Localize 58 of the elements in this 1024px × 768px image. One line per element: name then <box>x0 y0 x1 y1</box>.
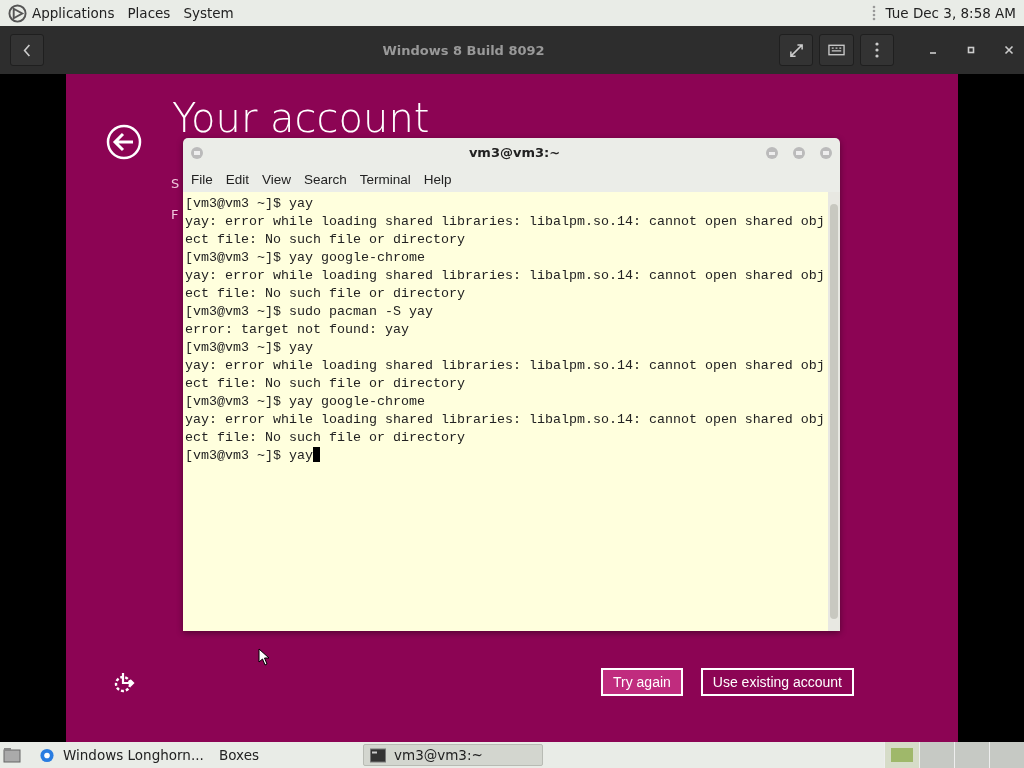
terminal-line: yay: error while loading shared libraries: libalpm.so.14: cannot open shared obj <box>185 214 825 229</box>
page-label: F <box>171 207 179 222</box>
menu-item[interactable]: View <box>262 172 292 187</box>
panel-menu[interactable]: System <box>183 5 234 21</box>
fullscreen-icon <box>788 42 804 58</box>
handle-icon <box>871 5 876 21</box>
workspace-switcher[interactable] <box>919 742 954 768</box>
terminal-line: yay: error while loading shared libraries: libalpm.so.14: cannot open shared obj <box>185 268 825 283</box>
fullscreen-button[interactable] <box>779 34 813 66</box>
menu-button[interactable] <box>860 34 894 66</box>
maximize-icon[interactable] <box>966 45 976 55</box>
terminal-line: ect file: No such file or directory <box>185 376 465 391</box>
show-desktop-icon[interactable] <box>3 747 21 763</box>
terminal-line: [vm3@vm3 ~]$ yay google-chrome <box>185 250 425 265</box>
distro-logo-icon[interactable] <box>8 3 27 23</box>
page-button[interactable]: Use existing account <box>700 668 854 696</box>
terminal-line: ect file: No such file or directory <box>185 286 465 301</box>
menu-item[interactable]: Terminal <box>359 172 411 187</box>
menu-item[interactable]: Edit <box>225 172 250 187</box>
chevron-left-icon <box>23 43 31 57</box>
taskbar-button[interactable]: Boxes <box>213 744 363 766</box>
workspace-switcher[interactable] <box>884 742 919 768</box>
keyboard-button[interactable] <box>819 34 854 66</box>
page-button[interactable]: Try again <box>600 668 683 696</box>
panel-menu[interactable]: Applications <box>32 5 115 21</box>
keyboard-icon <box>828 44 845 56</box>
terminal-line: [vm3@vm3 ~]$ yay <box>185 196 313 211</box>
accessibility-icon[interactable] <box>112 670 136 694</box>
menu-item[interactable]: Search <box>304 172 347 187</box>
browser-icon <box>39 747 55 763</box>
menu-icon <box>875 42 879 58</box>
page-label: S <box>171 176 180 191</box>
terminal-title: vm3@vm3:~ <box>467 145 562 160</box>
terminal-line: ect file: No such file or directory <box>185 232 465 247</box>
workspace-switcher[interactable] <box>954 742 989 768</box>
terminal-line: error: target not found: yay <box>185 322 409 337</box>
menu-item[interactable]: Help <box>423 172 452 187</box>
terminal-line: yay: error while loading shared libraries: libalpm.so.14: cannot open shared obj <box>185 412 825 427</box>
taskbar-button[interactable]: Windows Longhorn... <box>33 744 213 766</box>
workspace-switcher[interactable] <box>989 742 1024 768</box>
scrollbar[interactable] <box>828 192 840 631</box>
panel-menu[interactable]: Places <box>127 5 171 21</box>
mouse-pointer-icon <box>258 648 270 666</box>
clock[interactable]: Tue Dec 3, 8:58 AM <box>885 5 1016 21</box>
taskbar-button[interactable]: vm3@vm3:~ <box>363 744 543 766</box>
back-button[interactable] <box>10 34 44 66</box>
terminal-line: yay: error while loading shared libraries: libalpm.so.14: cannot open shared obj <box>185 358 825 373</box>
terminal-line: ect file: No such file or directory <box>185 430 465 445</box>
terminal-line: [vm3@vm3 ~]$ yay <box>185 448 313 463</box>
text-cursor <box>313 447 320 462</box>
terminal-line: [vm3@vm3 ~]$ sudo pacman -S yay <box>185 304 433 319</box>
window-title: Windows 8 Build 8092 <box>381 42 546 58</box>
terminal-line: [vm3@vm3 ~]$ yay <box>185 340 313 355</box>
page-heading: Your account <box>172 95 430 141</box>
close-icon[interactable] <box>1004 45 1014 55</box>
menu-item[interactable]: File <box>191 172 213 187</box>
terminal-icon <box>370 747 386 763</box>
terminal-line: [vm3@vm3 ~]$ yay google-chrome <box>185 394 425 409</box>
